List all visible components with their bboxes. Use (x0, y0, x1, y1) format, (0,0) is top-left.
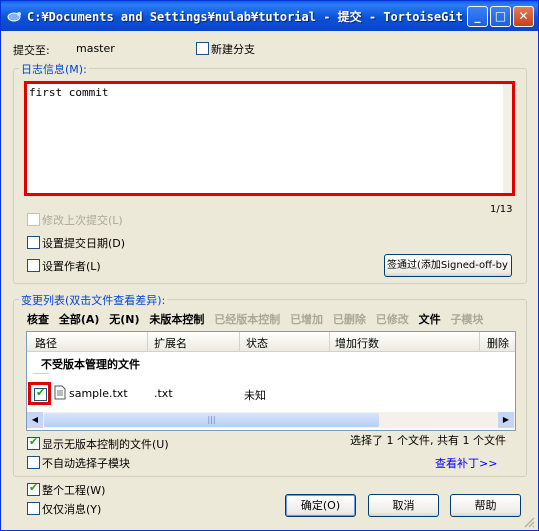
column-lines-deleted[interactable]: 删除 (487, 335, 509, 351)
filter-deleted[interactable]: 已删除 (333, 313, 366, 326)
filter-unversioned[interactable]: 未版本控制 (149, 313, 204, 326)
file-status: 未知 (244, 389, 266, 402)
file-list-header: 路径 扩展名 状态 增加行数 删除 (27, 332, 515, 352)
cancel-button[interactable]: 取消 (368, 494, 439, 517)
ok-button[interactable]: 确定(O) (285, 494, 356, 517)
resize-grip-icon[interactable] (523, 516, 535, 528)
help-button[interactable]: 帮助 (450, 494, 521, 517)
signoff-button[interactable]: 签通过(添加Signed-off-by (384, 254, 512, 277)
horizontal-scrollbar[interactable]: ◀ ||| ▶ (27, 412, 515, 428)
set-author-label: 设置作者(L) (42, 260, 101, 273)
show-unversioned-label: 显示无版本控制的文件(U) (42, 438, 169, 451)
file-list[interactable]: 路径 扩展名 状态 增加行数 删除 不受版本管理的文件 ✔ sample.txt… (26, 331, 516, 431)
scroll-right-arrow-icon[interactable]: ▶ (498, 412, 514, 428)
filter-modified[interactable]: 已修改 (376, 313, 409, 326)
show-unversioned-checkbox[interactable]: ✔ (27, 435, 40, 450)
amend-label: 修改上次提交(L) (42, 214, 123, 227)
commit-to-label: 提交至: (13, 44, 50, 57)
message-char-counter: 1/13 (490, 204, 513, 215)
selection-summary: 选择了 1 个文件, 共有 1 个文件 (350, 434, 506, 447)
close-button[interactable]: ✕ (513, 6, 534, 27)
log-message-group-label: 日志信息(M): (19, 61, 89, 77)
commit-dialog: C:¥Documents and Settings¥nulab¥tutorial… (0, 0, 539, 531)
column-extension[interactable]: 扩展名 (154, 335, 187, 351)
file-checkbox[interactable]: ✔ (34, 386, 47, 401)
column-path[interactable]: 路径 (35, 335, 57, 351)
log-message-scrollbar[interactable] (503, 84, 512, 193)
branch-name: master (76, 42, 115, 55)
set-date-label: 设置提交日期(D) (42, 237, 126, 250)
filter-check: 核查 (27, 313, 49, 326)
whole-project-checkbox[interactable]: ✔ (27, 481, 40, 496)
text-file-icon (54, 385, 66, 400)
file-extension: .txt (154, 387, 173, 400)
message-only-checkbox[interactable] (27, 502, 40, 515)
no-auto-submodule-checkbox[interactable] (27, 456, 40, 469)
tortoisegit-app-icon (7, 12, 21, 22)
set-author-checkbox[interactable] (27, 259, 40, 272)
message-only-label: 仅仅消息(Y) (42, 503, 102, 516)
log-message-text: first commit (29, 86, 109, 99)
changes-group-label: 变更列表(双击文件查看差异): (19, 292, 168, 308)
filter-bar: 核查 全部(A) 无(N) 未版本控制 已经版本控制 已增加 已删除 已修改 文… (27, 311, 483, 327)
filter-all[interactable]: 全部(A) (59, 313, 100, 326)
file-path: sample.txt (69, 387, 128, 400)
window-title: C:¥Documents and Settings¥nulab¥tutorial… (27, 10, 463, 24)
filter-files[interactable]: 文件 (419, 313, 441, 326)
scroll-left-arrow-icon[interactable]: ◀ (27, 412, 43, 428)
view-patch-link[interactable]: 查看补丁>> (435, 455, 497, 471)
filter-added[interactable]: 已增加 (290, 313, 323, 326)
group-header-unversioned: 不受版本管理的文件 (41, 358, 140, 371)
amend-checkbox[interactable] (27, 213, 40, 226)
new-branch-checkbox[interactable] (196, 42, 209, 55)
new-branch-label: 新建分支 (211, 43, 255, 56)
maximize-button[interactable]: □ (490, 6, 511, 27)
no-auto-submodule-label: 不自动选择子模块 (42, 457, 130, 470)
column-lines-added[interactable]: 增加行数 (335, 335, 379, 351)
minimize-button[interactable]: _ (467, 6, 488, 27)
log-message-textarea[interactable]: first commit (24, 81, 515, 196)
filter-none[interactable]: 无(N) (109, 313, 139, 326)
title-bar[interactable]: C:¥Documents and Settings¥nulab¥tutorial… (1, 1, 538, 31)
filter-versioned[interactable]: 已经版本控制 (214, 313, 280, 326)
file-checkbox-highlight: ✔ (28, 382, 51, 405)
set-date-checkbox[interactable] (27, 236, 40, 249)
filter-submodules[interactable]: 子模块 (450, 313, 483, 326)
table-row[interactable]: ✔ sample.txt .txt 未知 (27, 382, 515, 405)
column-status[interactable]: 状态 (246, 335, 268, 351)
scroll-thumb[interactable]: ||| (44, 413, 379, 427)
whole-project-label: 整个工程(W) (42, 484, 106, 497)
